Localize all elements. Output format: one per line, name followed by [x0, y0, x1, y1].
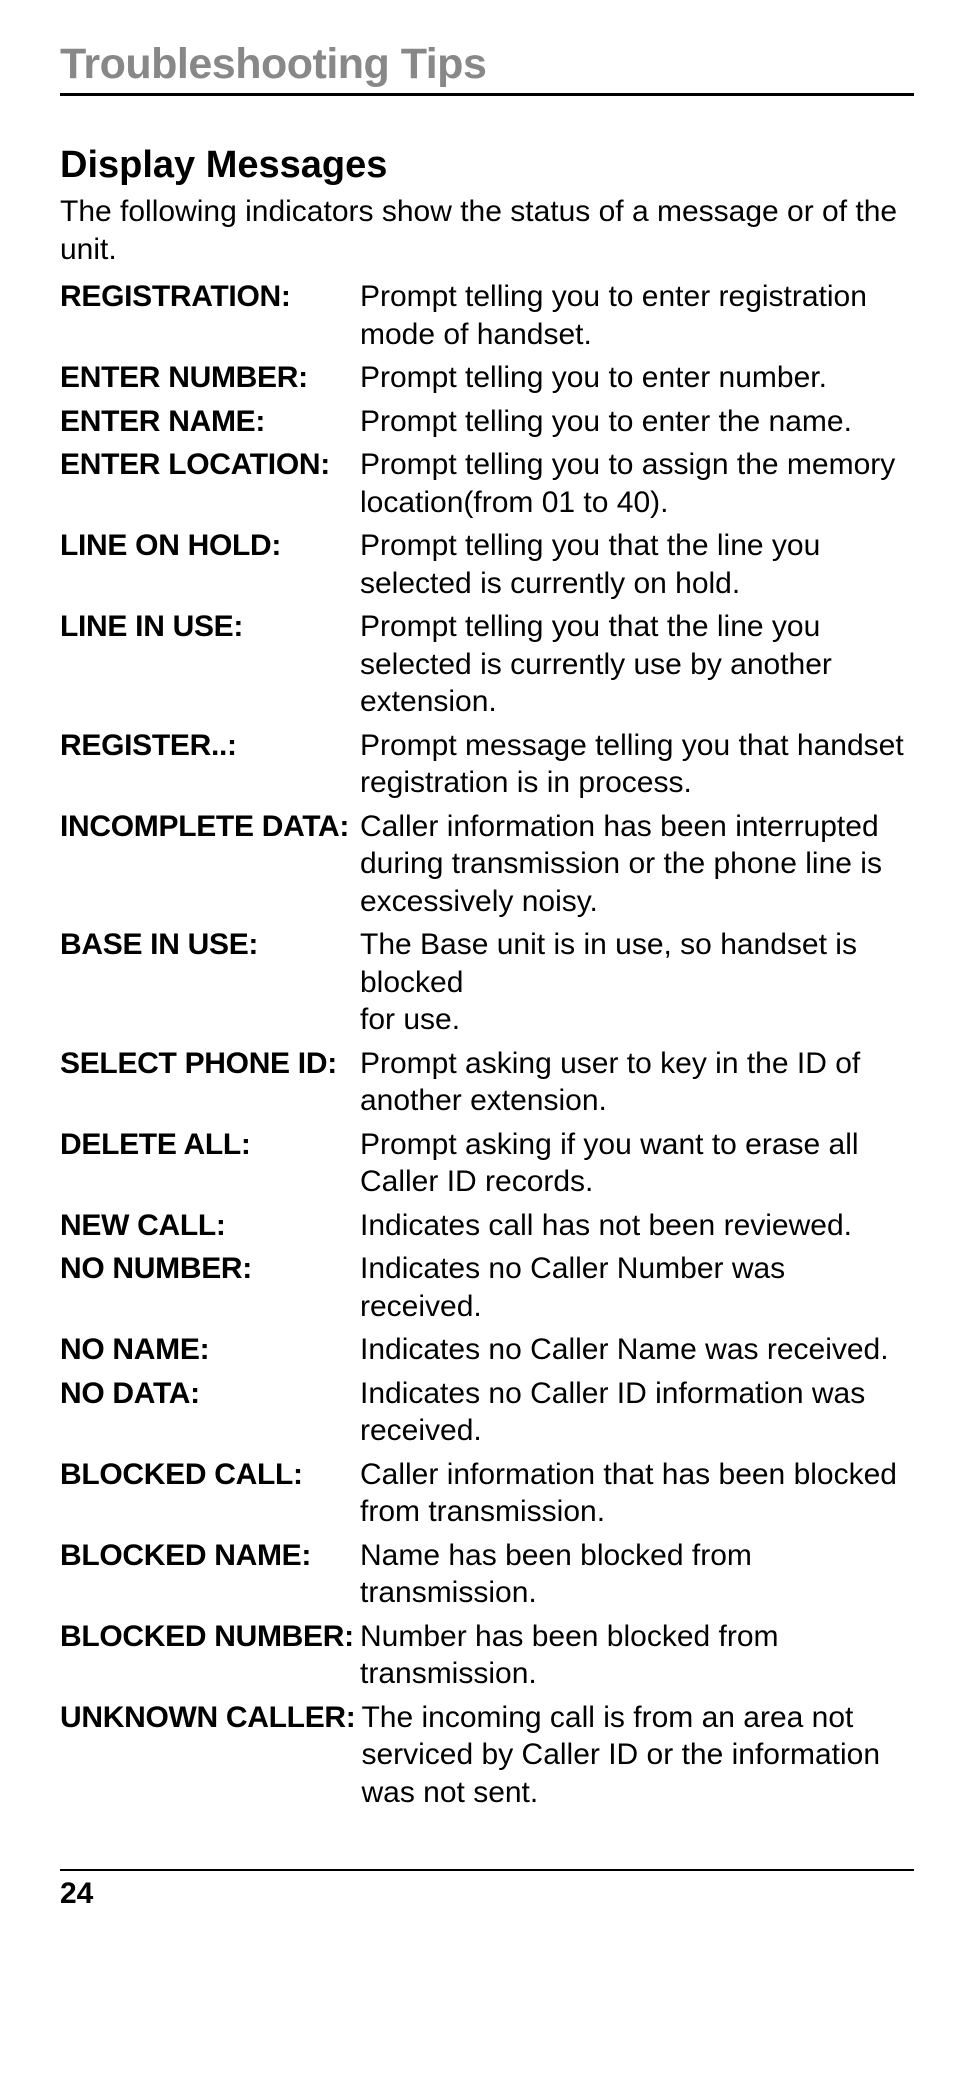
definition-description: Prompt telling you to enter registration…: [360, 278, 914, 353]
definition-description: Prompt message telling you that handset …: [360, 727, 914, 802]
definition-row: NO NUMBER:Indicates no Caller Number was…: [60, 1250, 914, 1325]
definition-term: ENTER NUMBER:: [60, 359, 360, 397]
definition-term: NO NUMBER:: [60, 1250, 360, 1288]
definition-description: Caller information has been interrupted …: [360, 808, 914, 921]
definition-row: ENTER NUMBER:Prompt telling you to enter…: [60, 359, 914, 397]
definition-term: DELETE ALL:: [60, 1126, 360, 1164]
definition-description: Prompt telling you to enter number.: [360, 359, 914, 397]
definition-description: Prompt telling you that the line you sel…: [360, 527, 914, 602]
definition-term: NEW CALL:: [60, 1207, 360, 1245]
definition-description: Prompt telling you that the line you sel…: [360, 608, 914, 721]
definition-row: ENTER NAME:Prompt telling you to enter t…: [60, 403, 914, 441]
definition-row: REGISTRATION:Prompt telling you to enter…: [60, 278, 914, 353]
definition-term: BLOCKED CALL:: [60, 1456, 360, 1494]
definition-row: LINE IN USE:Prompt telling you that the …: [60, 608, 914, 721]
definition-term: REGISTER..:: [60, 727, 360, 765]
definition-term: ENTER LOCATION:: [60, 446, 360, 484]
definition-row: NO NAME:Indicates no Caller Name was rec…: [60, 1331, 914, 1369]
definition-row: NO DATA:Indicates no Caller ID informati…: [60, 1375, 914, 1450]
page-footer: 24: [60, 1869, 914, 1911]
definition-row: INCOMPLETE DATA:Caller information has b…: [60, 808, 914, 921]
definition-description: Indicates no Caller Number was received.: [360, 1250, 914, 1325]
definition-description: Prompt telling you to enter the name.: [360, 403, 914, 441]
definition-row: LINE ON HOLD:Prompt telling you that the…: [60, 527, 914, 602]
definition-description: Name has been blocked from transmission.: [360, 1537, 914, 1612]
definition-term: INCOMPLETE DATA:: [60, 808, 360, 846]
definition-description: Indicates no Caller ID information was r…: [360, 1375, 914, 1450]
definition-row: BLOCKED CALL:Caller information that has…: [60, 1456, 914, 1531]
definition-description: Number has been blocked from transmissio…: [360, 1618, 914, 1693]
definition-row: REGISTER..:Prompt message telling you th…: [60, 727, 914, 802]
definitions-list: REGISTRATION:Prompt telling you to enter…: [60, 278, 914, 1811]
definition-term: LINE IN USE:: [60, 608, 360, 646]
definition-description: Caller information that has been blocked…: [360, 1456, 914, 1531]
definition-row: UNKNOWN CALLER:The incoming call is from…: [60, 1699, 914, 1812]
definition-term: UNKNOWN CALLER:: [60, 1699, 361, 1737]
definition-row: SELECT PHONE ID:Prompt asking user to ke…: [60, 1045, 914, 1120]
page-number: 24: [60, 1877, 93, 1910]
definition-description: Indicates call has not been reviewed.: [360, 1207, 914, 1245]
definition-row: ENTER LOCATION:Prompt telling you to ass…: [60, 446, 914, 521]
definition-term: NO NAME:: [60, 1331, 360, 1369]
definition-description: Indicates no Caller Name was received.: [360, 1331, 914, 1369]
definition-row: NEW CALL:Indicates call has not been rev…: [60, 1207, 914, 1245]
definition-term: BLOCKED NUMBER:: [60, 1618, 360, 1656]
definition-term: BLOCKED NAME:: [60, 1537, 360, 1575]
page-title: Troubleshooting Tips: [60, 40, 914, 96]
definition-description: The incoming call is from an area not se…: [361, 1699, 914, 1812]
definition-row: BLOCKED NAME:Name has been blocked from …: [60, 1537, 914, 1612]
intro-paragraph: The following indicators show the status…: [60, 193, 914, 268]
definition-term: LINE ON HOLD:: [60, 527, 360, 565]
definition-row: BASE IN USE:The Base unit is in use, so …: [60, 926, 914, 1039]
definition-description: Prompt telling you to assign the memory …: [360, 446, 914, 521]
definition-term: NO DATA:: [60, 1375, 360, 1413]
definition-term: REGISTRATION:: [60, 278, 360, 316]
definition-row: BLOCKED NUMBER:Number has been blocked f…: [60, 1618, 914, 1693]
definition-description: The Base unit is in use, so handset is b…: [360, 926, 914, 1039]
definition-description: Prompt asking user to key in the ID of a…: [360, 1045, 914, 1120]
section-title: Display Messages: [60, 144, 914, 187]
definition-description: Prompt asking if you want to erase all C…: [360, 1126, 914, 1201]
definition-term: BASE IN USE:: [60, 926, 360, 964]
definition-row: DELETE ALL:Prompt asking if you want to …: [60, 1126, 914, 1201]
definition-term: SELECT PHONE ID:: [60, 1045, 360, 1083]
definition-term: ENTER NAME:: [60, 403, 360, 441]
